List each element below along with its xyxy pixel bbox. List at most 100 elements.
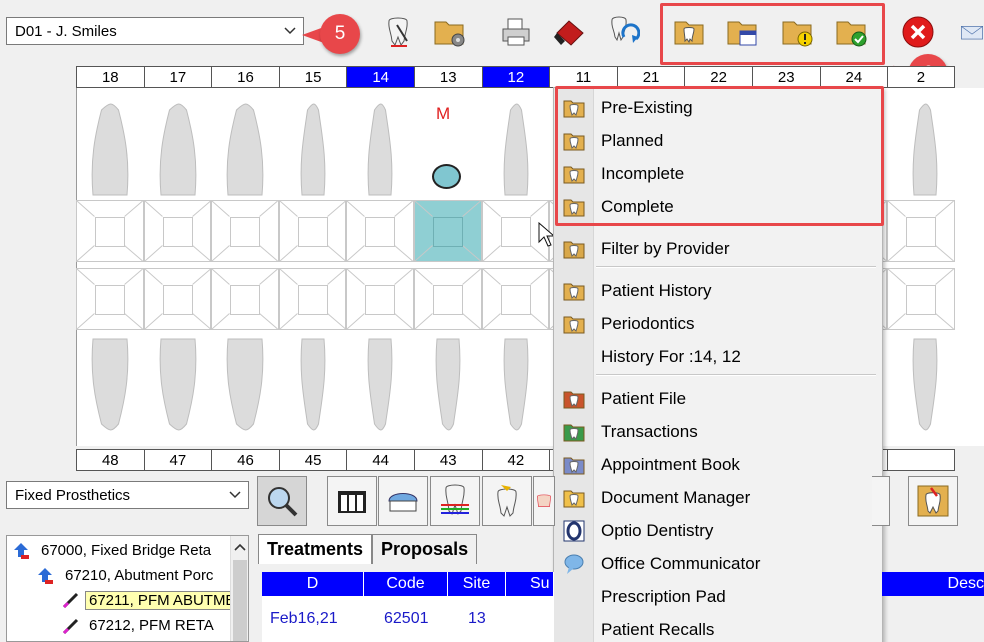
tree-item-67210[interactable]: 67210, Abutment Porc bbox=[65, 567, 213, 584]
row-site[interactable]: 13 bbox=[468, 610, 486, 628]
upper-tooth-image[interactable] bbox=[158, 100, 198, 203]
printer-button[interactable] bbox=[496, 12, 536, 52]
upper-tooth-number[interactable]: 23 bbox=[751, 66, 820, 88]
menu-item-optio-dentistry[interactable]: Optio Dentistry bbox=[554, 515, 884, 547]
tooth-surface[interactable] bbox=[76, 268, 144, 330]
lower-tooth-image[interactable] bbox=[360, 334, 400, 437]
tooth-surface[interactable] bbox=[346, 200, 414, 262]
tooth-surface[interactable] bbox=[143, 268, 212, 330]
upper-tooth-number[interactable]: 13 bbox=[413, 66, 482, 88]
bridge-button[interactable] bbox=[327, 476, 377, 526]
crown-button[interactable] bbox=[533, 476, 555, 526]
tree-scrollbar[interactable] bbox=[230, 536, 248, 641]
lower-tooth-image[interactable] bbox=[158, 334, 198, 437]
upper-tooth-image[interactable] bbox=[905, 100, 945, 203]
tooth-surface[interactable] bbox=[211, 268, 279, 330]
xray-tooth-button[interactable] bbox=[430, 476, 480, 526]
denture-button[interactable] bbox=[378, 476, 428, 526]
row-code[interactable]: 62501 bbox=[384, 610, 429, 628]
lower-tooth-image[interactable] bbox=[905, 334, 945, 437]
tree-item-67212[interactable]: 67212, PFM RETA bbox=[89, 617, 214, 634]
lower-tooth-number[interactable]: 43 bbox=[413, 449, 482, 471]
folder-gear-button[interactable] bbox=[430, 12, 470, 52]
lower-tooth-image[interactable] bbox=[428, 334, 468, 437]
upper-tooth-number[interactable]: 16 bbox=[211, 66, 279, 88]
tooth-surface[interactable] bbox=[887, 200, 955, 262]
lower-tooth-number[interactable]: 44 bbox=[346, 449, 414, 471]
upper-tooth-number[interactable]: 21 bbox=[616, 66, 685, 88]
lower-tooth-number[interactable]: 42 bbox=[481, 449, 550, 471]
lower-tooth-image[interactable] bbox=[90, 334, 130, 437]
tooth-surface[interactable] bbox=[346, 268, 414, 330]
tooth-surface[interactable] bbox=[76, 200, 144, 262]
upper-tooth-number[interactable]: 15 bbox=[278, 66, 347, 88]
menu-item-filter-by-provider[interactable]: Filter by Provider bbox=[554, 233, 884, 265]
upper-tooth-image[interactable] bbox=[90, 100, 130, 203]
upper-tooth-number[interactable]: 14 bbox=[346, 66, 414, 88]
incomplete-button[interactable] bbox=[778, 12, 818, 52]
lower-tooth-image[interactable] bbox=[496, 334, 536, 437]
provider-select[interactable]: D01 - J. Smiles bbox=[6, 17, 304, 45]
menu-item-patient-recalls[interactable]: Patient Recalls bbox=[554, 614, 884, 642]
pre-existing-button[interactable] bbox=[670, 12, 710, 52]
tooth-surface[interactable] bbox=[887, 268, 955, 330]
col-site[interactable]: Site bbox=[448, 572, 506, 596]
planned-button[interactable] bbox=[723, 12, 763, 52]
tab-proposals[interactable]: Proposals bbox=[372, 534, 478, 564]
menu-item-patient-history[interactable]: Patient History bbox=[554, 275, 884, 307]
col-date[interactable]: D bbox=[262, 572, 364, 596]
row-date[interactable]: Feb16,21 bbox=[270, 610, 338, 628]
menu-item-patient-file[interactable]: Patient File bbox=[554, 383, 884, 415]
upper-tooth-number[interactable]: 2 bbox=[887, 66, 955, 88]
tooth-arrow-button[interactable] bbox=[482, 476, 532, 526]
tooth-pen-button[interactable] bbox=[378, 12, 418, 52]
col-desc[interactable]: Desc bbox=[882, 572, 984, 596]
upper-tooth-number[interactable]: 24 bbox=[819, 66, 888, 88]
tooth-surface[interactable] bbox=[481, 268, 550, 330]
tab-treatments[interactable]: Treatments bbox=[258, 534, 373, 564]
lower-tooth-number[interactable]: 48 bbox=[76, 449, 144, 471]
menu-item-document-manager[interactable]: Document Manager bbox=[554, 482, 884, 514]
lower-tooth-image[interactable] bbox=[225, 334, 265, 437]
close-button[interactable] bbox=[898, 12, 938, 52]
upper-tooth-image[interactable] bbox=[225, 100, 265, 203]
procedure-tree[interactable]: 67000, Fixed Bridge Reta 67210, Abutment… bbox=[6, 535, 249, 642]
tooth-surface[interactable] bbox=[211, 200, 279, 262]
pen-eraser-button[interactable] bbox=[550, 12, 590, 52]
upper-tooth-number[interactable]: 22 bbox=[684, 66, 752, 88]
right-panel-button[interactable] bbox=[872, 476, 890, 526]
menu-item-prescription-pad[interactable]: Prescription Pad bbox=[554, 581, 884, 613]
category-select[interactable]: Fixed Prosthetics bbox=[6, 481, 249, 509]
upper-tooth-number[interactable]: 18 bbox=[76, 66, 144, 88]
upper-tooth-number[interactable]: 12 bbox=[481, 66, 550, 88]
tooth-surface[interactable] bbox=[143, 200, 212, 262]
tooth-refresh-button[interactable] bbox=[603, 12, 643, 52]
complete-button[interactable] bbox=[832, 12, 872, 52]
tooth-surface[interactable] bbox=[413, 268, 482, 330]
upper-tooth-image[interactable] bbox=[293, 100, 333, 203]
col-su[interactable]: Su bbox=[506, 572, 554, 596]
lower-tooth-number[interactable]: 47 bbox=[143, 449, 212, 471]
upper-tooth-image[interactable] bbox=[496, 100, 536, 203]
mail-button[interactable] bbox=[960, 12, 984, 52]
tree-scroll-thumb[interactable] bbox=[233, 560, 247, 641]
tooth-pencil-button[interactable] bbox=[908, 476, 958, 526]
lower-tooth-number[interactable]: 45 bbox=[278, 449, 347, 471]
upper-tooth-number[interactable]: 11 bbox=[549, 66, 617, 88]
upper-tooth-number[interactable]: 17 bbox=[143, 66, 212, 88]
menu-item-history-for-14-12[interactable]: History For :14, 12 bbox=[554, 341, 884, 373]
search-button[interactable] bbox=[257, 476, 307, 526]
menu-item-office-communicator[interactable]: Office Communicator bbox=[554, 548, 884, 580]
menu-item-appointment-book[interactable]: Appointment Book bbox=[554, 449, 884, 481]
tooth-surface[interactable] bbox=[278, 268, 347, 330]
tree-item-67211[interactable]: 67211, PFM ABUTMENT bbox=[85, 591, 248, 610]
menu-item-periodontics[interactable]: Periodontics bbox=[554, 308, 884, 340]
col-code[interactable]: Code bbox=[364, 572, 448, 596]
upper-tooth-image[interactable] bbox=[360, 100, 400, 203]
menu-item-transactions[interactable]: Transactions bbox=[554, 416, 884, 448]
tooth-surface[interactable] bbox=[278, 200, 347, 262]
lower-tooth-number[interactable] bbox=[887, 449, 955, 471]
tree-item-67000[interactable]: 67000, Fixed Bridge Reta bbox=[41, 542, 211, 559]
lower-tooth-image[interactable] bbox=[293, 334, 333, 437]
tooth-surface[interactable] bbox=[413, 200, 482, 262]
